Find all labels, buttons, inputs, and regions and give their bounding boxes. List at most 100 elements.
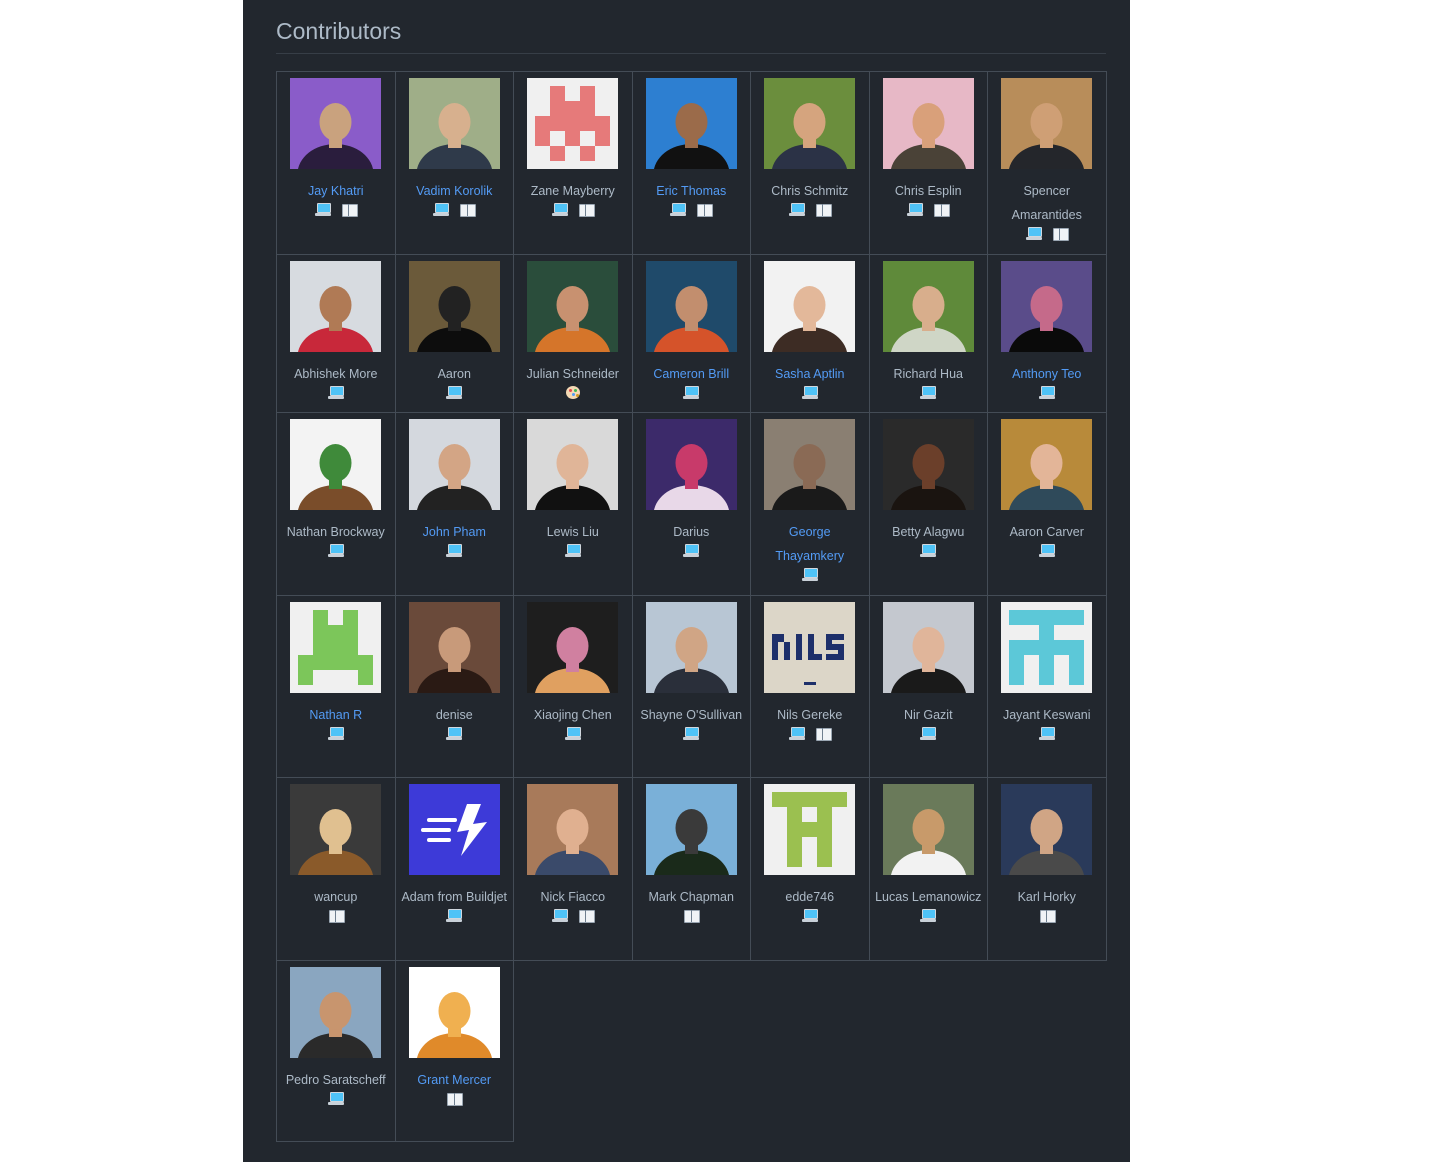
avatar[interactable] <box>1001 261 1093 352</box>
laptop-icon[interactable] <box>1038 727 1055 741</box>
contributor-card[interactable]: denise <box>395 596 514 778</box>
contributor-name[interactable]: John Pham <box>400 520 508 544</box>
avatar[interactable] <box>645 78 737 169</box>
avatar[interactable] <box>882 419 974 510</box>
laptop-icon[interactable] <box>446 727 463 741</box>
book-icon[interactable] <box>328 909 345 923</box>
laptop-icon[interactable] <box>446 544 463 558</box>
laptop-icon[interactable] <box>920 544 937 558</box>
contributor-card[interactable]: Richard Hua <box>869 255 988 413</box>
contributor-card[interactable]: Jay Khatri <box>277 72 396 255</box>
laptop-icon[interactable] <box>683 727 700 741</box>
avatar[interactable] <box>645 602 737 693</box>
contributor-card[interactable]: Betty Alagwu <box>869 413 988 596</box>
contributor-card[interactable]: Julian Schneider <box>514 255 633 413</box>
laptop-icon[interactable] <box>920 386 937 400</box>
laptop-icon[interactable] <box>801 568 818 582</box>
contributor-name[interactable]: Nathan R <box>282 703 390 727</box>
contributor-card[interactable]: Abhishek More <box>277 255 396 413</box>
avatar[interactable] <box>408 419 500 510</box>
contributor-card[interactable]: Cameron Brill <box>632 255 751 413</box>
contributor-name[interactable]: Vadim Korolik <box>400 179 508 203</box>
contributor-card[interactable]: Adam from Buildjet <box>395 778 514 961</box>
contributor-card[interactable]: Nathan Brockway <box>277 413 396 596</box>
laptop-icon[interactable] <box>564 727 581 741</box>
book-icon[interactable] <box>578 203 595 217</box>
avatar[interactable] <box>764 602 856 693</box>
avatar[interactable] <box>1001 78 1093 169</box>
avatar[interactable] <box>1001 419 1093 510</box>
avatar[interactable] <box>882 261 974 352</box>
avatar[interactable] <box>290 602 382 693</box>
avatar[interactable] <box>764 419 856 510</box>
laptop-icon[interactable] <box>1038 544 1055 558</box>
laptop-icon[interactable] <box>327 727 344 741</box>
avatar[interactable] <box>882 784 974 875</box>
avatar[interactable] <box>764 784 856 875</box>
contributor-card[interactable]: Chris Esplin <box>869 72 988 255</box>
contributor-card[interactable]: Karl Horky <box>988 778 1107 961</box>
contributor-card[interactable]: Shayne O'Sullivan <box>632 596 751 778</box>
laptop-icon[interactable] <box>683 386 700 400</box>
avatar[interactable] <box>1001 784 1093 875</box>
book-icon[interactable] <box>933 203 951 217</box>
laptop-icon[interactable] <box>564 544 581 558</box>
laptop-icon[interactable] <box>1025 227 1042 241</box>
contributor-card[interactable]: Aaron Carver <box>988 413 1107 596</box>
contributor-card[interactable]: Mark Chapman <box>632 778 751 961</box>
contributor-card[interactable]: Spencer Amarantides <box>988 72 1107 255</box>
contributor-card[interactable]: Nick Fiacco <box>514 778 633 961</box>
laptop-icon[interactable] <box>788 203 805 217</box>
contributor-name[interactable]: Jay Khatri <box>282 179 390 203</box>
avatar[interactable] <box>290 419 382 510</box>
avatar[interactable] <box>527 261 619 352</box>
contributor-card[interactable]: Pedro Saratscheff <box>277 961 396 1142</box>
contributor-card[interactable]: Aaron <box>395 255 514 413</box>
laptop-icon[interactable] <box>327 544 344 558</box>
laptop-icon[interactable] <box>801 386 818 400</box>
avatar[interactable] <box>290 967 382 1058</box>
contributor-card[interactable]: Sasha Aptlin <box>751 255 870 413</box>
contributor-card[interactable]: Vadim Korolik <box>395 72 514 255</box>
laptop-icon[interactable] <box>446 909 463 923</box>
book-icon[interactable] <box>446 1092 464 1106</box>
contributor-card[interactable]: Darius <box>632 413 751 596</box>
palette-icon[interactable] <box>565 386 581 400</box>
contributor-name[interactable]: Cameron Brill <box>637 362 745 386</box>
laptop-icon[interactable] <box>327 1092 344 1106</box>
contributor-card[interactable]: edde746 <box>751 778 870 961</box>
book-icon[interactable] <box>459 203 477 217</box>
contributor-card[interactable]: Eric Thomas <box>632 72 751 255</box>
avatar[interactable] <box>645 784 737 875</box>
avatar[interactable] <box>645 261 737 352</box>
laptop-icon[interactable] <box>920 909 937 923</box>
contributor-card[interactable]: Chris Schmitz <box>751 72 870 255</box>
avatar[interactable] <box>408 784 500 875</box>
contributor-card[interactable]: wancup <box>277 778 396 961</box>
book-icon[interactable] <box>341 203 358 217</box>
avatar[interactable] <box>527 78 619 169</box>
contributor-card[interactable]: Xiaojing Chen <box>514 596 633 778</box>
laptop-icon[interactable] <box>446 386 463 400</box>
avatar[interactable] <box>764 78 856 169</box>
laptop-icon[interactable] <box>788 727 805 741</box>
avatar[interactable] <box>290 784 382 875</box>
laptop-icon[interactable] <box>683 544 700 558</box>
avatar[interactable] <box>882 78 974 169</box>
avatar[interactable] <box>882 602 974 693</box>
laptop-icon[interactable] <box>801 909 818 923</box>
contributor-name[interactable]: Eric Thomas <box>637 179 745 203</box>
book-icon[interactable] <box>815 203 832 217</box>
book-icon[interactable] <box>1039 909 1056 923</box>
avatar[interactable] <box>408 967 500 1058</box>
book-icon[interactable] <box>696 203 714 217</box>
contributor-name[interactable]: George Thayamkery <box>756 520 864 568</box>
avatar[interactable] <box>645 419 737 510</box>
contributor-card[interactable]: John Pham <box>395 413 514 596</box>
contributor-card[interactable]: Nir Gazit <box>869 596 988 778</box>
contributor-name[interactable]: Sasha Aptlin <box>756 362 864 386</box>
laptop-icon[interactable] <box>314 203 331 217</box>
avatar[interactable] <box>290 261 382 352</box>
laptop-icon[interactable] <box>551 909 568 923</box>
contributor-name[interactable]: Grant Mercer <box>400 1068 508 1092</box>
